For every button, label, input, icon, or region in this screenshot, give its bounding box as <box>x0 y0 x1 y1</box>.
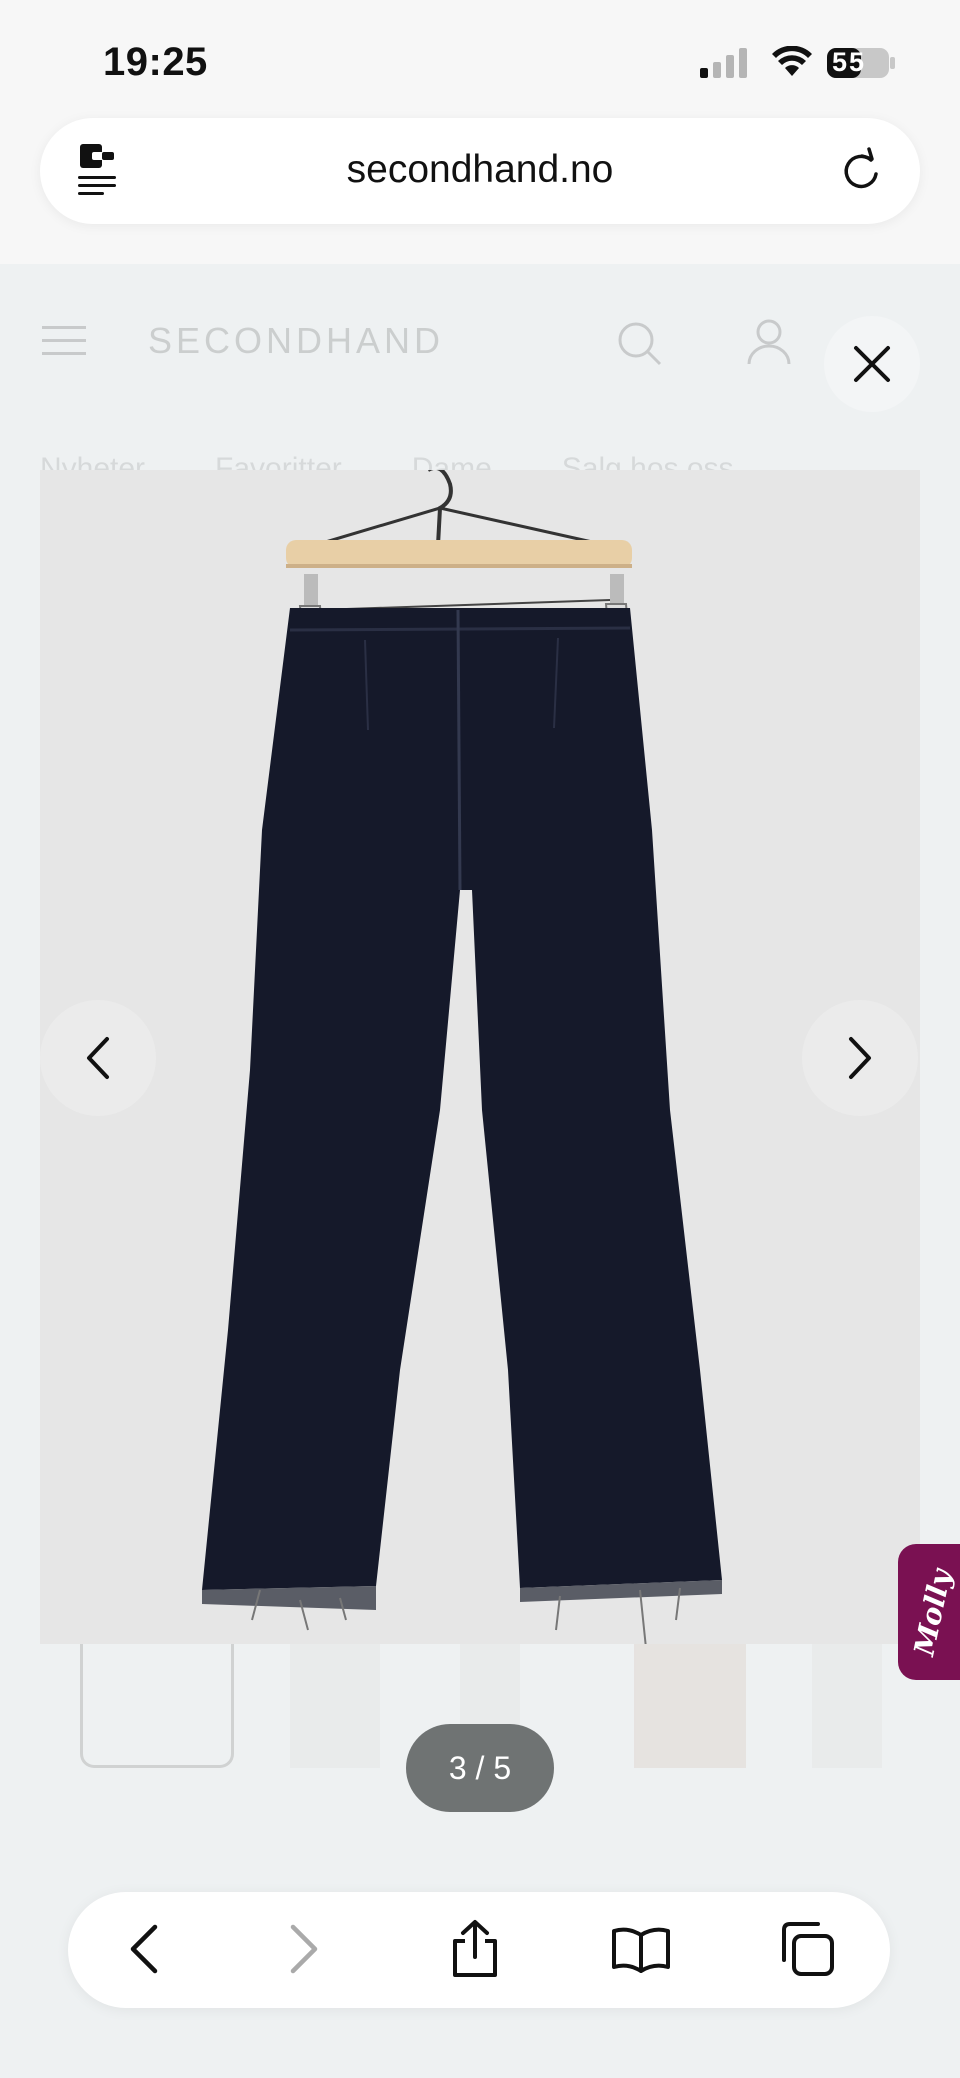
reload-icon[interactable] <box>838 146 886 196</box>
battery-indicator: 55 <box>826 46 896 80</box>
product-image-viewer[interactable] <box>40 470 920 1644</box>
share-button[interactable] <box>442 1916 508 1982</box>
image-counter: 3 / 5 <box>406 1724 554 1812</box>
forward-button[interactable] <box>272 1916 338 1982</box>
thumbnail[interactable] <box>812 1644 882 1768</box>
close-icon <box>854 346 890 382</box>
close-button[interactable] <box>824 316 920 412</box>
battery-level: 55 <box>832 47 867 77</box>
next-image-button[interactable] <box>802 1000 918 1116</box>
molly-widget-tab[interactable]: Molly <box>898 1544 960 1680</box>
site-logo: SECONDHAND <box>148 320 445 361</box>
back-icon <box>130 1924 158 1974</box>
previous-image-button[interactable] <box>40 1000 156 1116</box>
signal-icon <box>700 48 747 78</box>
browser-toolbar <box>68 1892 890 2008</box>
status-time: 19:25 <box>103 40 208 84</box>
bookmarks-icon <box>612 1927 670 1973</box>
forward-icon <box>290 1924 318 1974</box>
molly-label: Molly <box>907 1565 959 1659</box>
bookmarks-button[interactable] <box>608 1916 674 1982</box>
jeans-shape <box>202 608 722 1590</box>
chevron-left-icon <box>87 1037 109 1079</box>
chevron-right-icon <box>849 1037 871 1079</box>
address-bar[interactable]: secondhand.no <box>40 118 920 224</box>
tabs-button[interactable] <box>774 1916 840 1982</box>
thumbnail[interactable] <box>290 1644 380 1768</box>
product-image <box>202 470 722 1644</box>
thumbnail[interactable] <box>634 1644 746 1768</box>
status-bar: 19:25 55 <box>0 0 960 118</box>
search-icon <box>618 322 662 366</box>
wifi-icon <box>772 46 812 76</box>
menu-icon <box>42 326 86 355</box>
url-text[interactable]: secondhand.no <box>40 148 920 192</box>
thumbnail[interactable] <box>80 1644 234 1768</box>
browser-top-bar: secondhand.no <box>0 118 960 264</box>
back-button[interactable] <box>110 1916 176 1982</box>
site-header: SECONDHAND <box>0 264 960 414</box>
share-icon <box>453 1920 497 1977</box>
tabs-icon <box>782 1922 834 1976</box>
user-icon <box>747 319 791 365</box>
